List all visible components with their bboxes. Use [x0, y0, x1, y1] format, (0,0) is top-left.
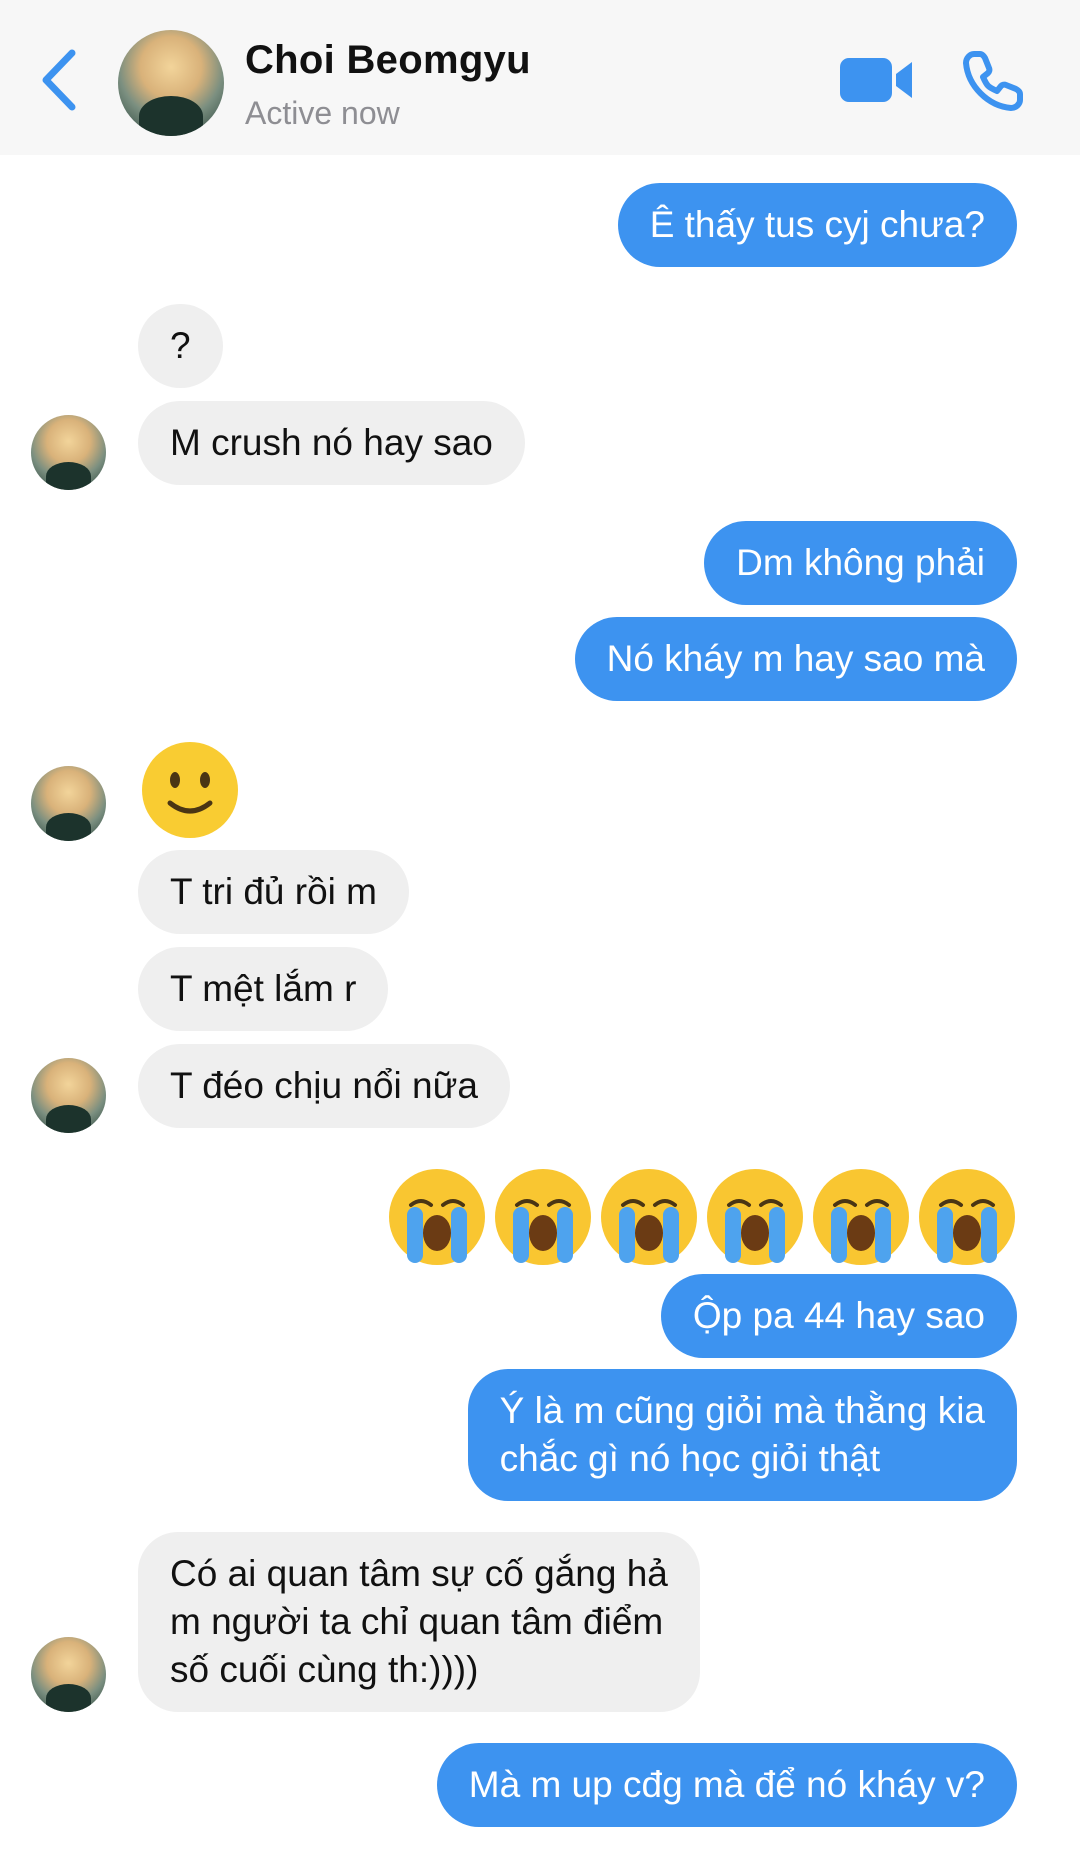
- loudly-crying-face-emoji: [389, 1169, 485, 1265]
- message-bubble-incoming[interactable]: Có ai quan tâm sự cố gắng hả m người ta …: [138, 1532, 700, 1712]
- loudly-crying-face-emoji: [495, 1169, 591, 1265]
- phone-icon: [963, 51, 1023, 111]
- video-camera-icon: [840, 58, 912, 102]
- sender-avatar[interactable]: [31, 1637, 106, 1712]
- voice-call-button[interactable]: [960, 48, 1026, 114]
- message-bubble-outgoing[interactable]: Dm không phải: [704, 521, 1017, 605]
- contact-avatar[interactable]: [118, 30, 224, 136]
- loudly-crying-face-emoji: [813, 1169, 909, 1265]
- message-bubble-incoming[interactable]: T tri đủ rồi m: [138, 850, 409, 934]
- emoji-message[interactable]: [387, 1167, 1017, 1267]
- loudly-crying-face-emoji: [601, 1169, 697, 1265]
- loudly-crying-face-emoji: [919, 1169, 1015, 1265]
- message-bubble-incoming[interactable]: M crush nó hay sao: [138, 401, 525, 485]
- loudly-crying-face-emoji: [707, 1169, 803, 1265]
- message-bubble-outgoing[interactable]: Ý là m cũng giỏi mà thằng kia chắc gì nó…: [467, 1369, 1017, 1501]
- chevron-left-icon: [42, 49, 76, 111]
- active-status: Active now: [245, 95, 400, 131]
- message-bubble-outgoing[interactable]: Nó kháy m hay sao mà: [574, 617, 1017, 701]
- message-bubble-outgoing[interactable]: Ê thấy tus cyj chưa?: [617, 183, 1017, 267]
- message-bubble-incoming[interactable]: ?: [138, 304, 223, 388]
- slightly-smiling-face-emoji[interactable]: [140, 740, 240, 840]
- sender-avatar[interactable]: [31, 415, 106, 490]
- message-bubble-incoming[interactable]: T đéo chịu nổi nữa: [138, 1044, 510, 1128]
- sender-avatar[interactable]: [31, 766, 106, 841]
- chat-header: Choi Beomgyu Active now: [0, 0, 1080, 155]
- message-bubble-outgoing[interactable]: Ộp pa 44 hay sao: [660, 1274, 1017, 1358]
- sender-avatar[interactable]: [31, 1058, 106, 1133]
- video-call-button[interactable]: [838, 52, 916, 108]
- message-bubble-incoming[interactable]: T mệt lắm r: [138, 947, 389, 1031]
- contact-name[interactable]: Choi Beomgyu: [245, 38, 531, 83]
- back-button[interactable]: [30, 40, 90, 120]
- message-bubble-outgoing[interactable]: Mà m up cđg mà để nó kháy v?: [436, 1743, 1017, 1827]
